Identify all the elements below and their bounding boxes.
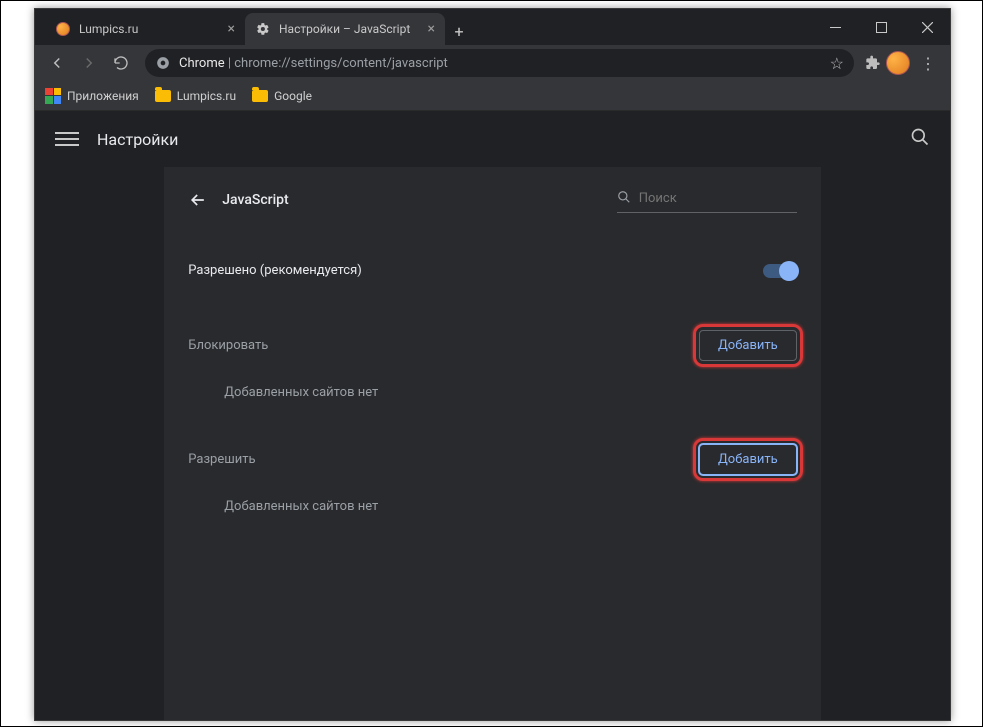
panel-title: JavaScript xyxy=(222,192,602,208)
javascript-toggle[interactable] xyxy=(763,264,797,278)
left-gutter xyxy=(35,167,164,720)
block-section-label: Блокировать xyxy=(188,338,268,353)
toolbar: Chrome | chrome://settings/content/javas… xyxy=(35,45,950,81)
tab-close-icon[interactable]: × xyxy=(228,21,235,37)
add-allow-button-wrap: Добавить xyxy=(699,444,797,475)
allowed-label: Разрешено (рекомендуется) xyxy=(188,263,361,278)
gear-icon xyxy=(255,21,271,37)
block-section-row: Блокировать Добавить xyxy=(188,316,796,375)
tab-active[interactable]: Настройки – JavaScript × xyxy=(245,13,445,45)
hamburger-menu-icon[interactable] xyxy=(55,127,79,151)
folder-icon xyxy=(252,90,268,102)
window-controls xyxy=(812,9,950,45)
bookmark-folder[interactable]: Lumpics.ru xyxy=(155,89,236,103)
add-block-button[interactable]: Добавить xyxy=(699,330,797,361)
address-bar[interactable]: Chrome | chrome://settings/content/javas… xyxy=(145,49,854,77)
allow-empty-text: Добавленных сайтов нет xyxy=(188,489,796,534)
right-gutter xyxy=(821,167,950,720)
panel-header: JavaScript xyxy=(188,187,796,213)
url-text: Chrome | chrome://settings/content/javas… xyxy=(179,56,448,71)
forward-button[interactable] xyxy=(75,49,103,77)
maximize-button[interactable] xyxy=(858,9,904,45)
new-tab-button[interactable]: + xyxy=(445,17,473,45)
settings-header: Настройки xyxy=(35,111,950,167)
allowed-toggle-row: Разрешено (рекомендуется) xyxy=(188,249,796,292)
settings-title: Настройки xyxy=(97,130,910,149)
panel-back-button[interactable] xyxy=(188,190,208,210)
bookmark-label: Lumpics.ru xyxy=(177,89,236,103)
menu-button[interactable]: ⋮ xyxy=(914,54,942,73)
panel-search-field[interactable] xyxy=(617,187,797,213)
apps-grid-icon xyxy=(45,88,61,104)
tab-inactive[interactable]: Lumpics.ru × xyxy=(45,13,245,45)
tab-title: Настройки – JavaScript xyxy=(279,22,410,36)
bookmark-label: Google xyxy=(274,89,312,103)
screenshot-frame: Lumpics.ru × Настройки – JavaScript × + xyxy=(0,0,983,727)
block-empty-text: Добавленных сайтов нет xyxy=(188,375,796,420)
apps-shortcut[interactable]: Приложения xyxy=(45,88,139,104)
reload-button[interactable] xyxy=(107,49,135,77)
settings-search-icon[interactable] xyxy=(910,127,930,151)
browser-window: Lumpics.ru × Настройки – JavaScript × + xyxy=(34,8,951,721)
search-icon xyxy=(617,189,631,208)
bookmark-label: Приложения xyxy=(67,89,139,103)
url-host: Chrome xyxy=(179,56,225,71)
tab-close-icon[interactable]: × xyxy=(428,21,435,37)
content-area: JavaScript Разрешено (рекомендуется) Бло… xyxy=(35,167,950,720)
close-window-button[interactable] xyxy=(904,9,950,45)
back-button[interactable] xyxy=(43,49,71,77)
favicon-orange-icon xyxy=(55,21,71,37)
tab-strip: Lumpics.ru × Настройки – JavaScript × + xyxy=(35,9,812,45)
tab-title: Lumpics.ru xyxy=(79,22,138,36)
chrome-logo-icon xyxy=(155,55,171,71)
profile-avatar[interactable] xyxy=(886,51,910,75)
url-path: chrome://settings/content/javascript xyxy=(234,56,448,71)
minimize-button[interactable] xyxy=(812,9,858,45)
add-allow-button[interactable]: Добавить xyxy=(699,444,797,475)
bookmark-folder[interactable]: Google xyxy=(252,89,312,103)
panel-search-input[interactable] xyxy=(639,191,797,206)
bookmarks-bar: Приложения Lumpics.ru Google xyxy=(35,81,950,111)
extensions-icon[interactable] xyxy=(864,54,882,72)
titlebar: Lumpics.ru × Настройки – JavaScript × + xyxy=(35,9,950,45)
bookmark-star-icon[interactable]: ☆ xyxy=(830,54,844,73)
allow-section-row: Разрешить Добавить xyxy=(188,430,796,489)
settings-panel: JavaScript Разрешено (рекомендуется) Бло… xyxy=(164,167,820,720)
allow-section-label: Разрешить xyxy=(188,452,255,467)
add-block-button-wrap: Добавить xyxy=(699,330,797,361)
folder-icon xyxy=(155,90,171,102)
